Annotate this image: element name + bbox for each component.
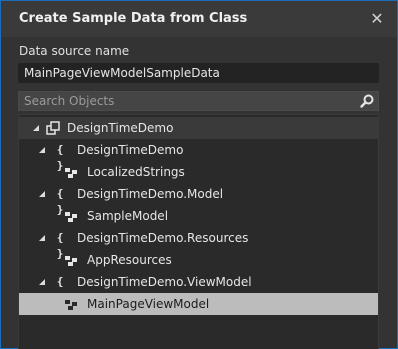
dialog-title: Create Sample Data from Class [19, 11, 248, 26]
class-icon [65, 168, 77, 178]
expanded-triangle-icon[interactable] [37, 233, 47, 243]
datasource-name-input[interactable] [18, 63, 379, 83]
tree-item-label: DesignTimeDemo [67, 121, 174, 135]
datasource-name-label: Data source name [19, 44, 130, 58]
create-sample-data-dialog: Create Sample Data from Class ✕ Data sou… [0, 0, 398, 349]
tree-item-label: MainPageViewModel [87, 297, 210, 311]
class-icon [65, 212, 77, 222]
tree-item-label: LocalizedStrings [87, 165, 185, 179]
tree-item-label: DesignTimeDemo [77, 143, 184, 157]
namespace-icon: { } [56, 187, 64, 216]
namespace-icon: { } [56, 231, 64, 260]
search-objects-field[interactable]: Search Objects [18, 91, 379, 111]
tree-item-namespace[interactable]: { } DesignTimeDemo [19, 139, 378, 172]
expanded-triangle-icon[interactable] [37, 145, 47, 155]
namespace-icon: { } [56, 143, 64, 172]
namespace-icon: { } [56, 275, 64, 304]
tree-item-class-selected[interactable]: MainPageViewModel [19, 293, 378, 315]
tree-item-label: AppResources [87, 253, 172, 267]
tree-item-namespace[interactable]: { } DesignTimeDemo.ViewModel [19, 271, 378, 304]
tree-item-class[interactable]: SampleModel [19, 205, 378, 227]
close-icon[interactable]: ✕ [367, 9, 387, 29]
search-icon[interactable] [359, 93, 375, 109]
tree-item-label: DesignTimeDemo.ViewModel [77, 275, 252, 289]
tree-item-label: DesignTimeDemo.Model [77, 187, 224, 201]
tree-item-label: SampleModel [87, 209, 169, 223]
class-icon [65, 256, 77, 266]
tree-item-namespace[interactable]: { } DesignTimeDemo.Model [19, 183, 378, 216]
assembly-icon [46, 121, 60, 135]
title-bar: Create Sample Data from Class ✕ [1, 1, 397, 37]
expanded-triangle-icon[interactable] [37, 189, 47, 199]
expanded-triangle-icon[interactable] [37, 277, 47, 287]
tree-item-class[interactable]: AppResources [19, 249, 378, 271]
search-placeholder: Search Objects [24, 94, 115, 108]
tree-item-namespace[interactable]: { } DesignTimeDemo.Resources [19, 227, 378, 260]
tree-item-class[interactable]: LocalizedStrings [19, 161, 378, 183]
tree-item-assembly[interactable]: DesignTimeDemo [19, 117, 378, 139]
object-tree[interactable]: DesignTimeDemo { } DesignTimeDemo Locali… [18, 114, 379, 349]
tree-item-label: DesignTimeDemo.Resources [77, 231, 249, 245]
class-icon [65, 300, 77, 310]
expanded-triangle-icon[interactable] [31, 123, 41, 133]
